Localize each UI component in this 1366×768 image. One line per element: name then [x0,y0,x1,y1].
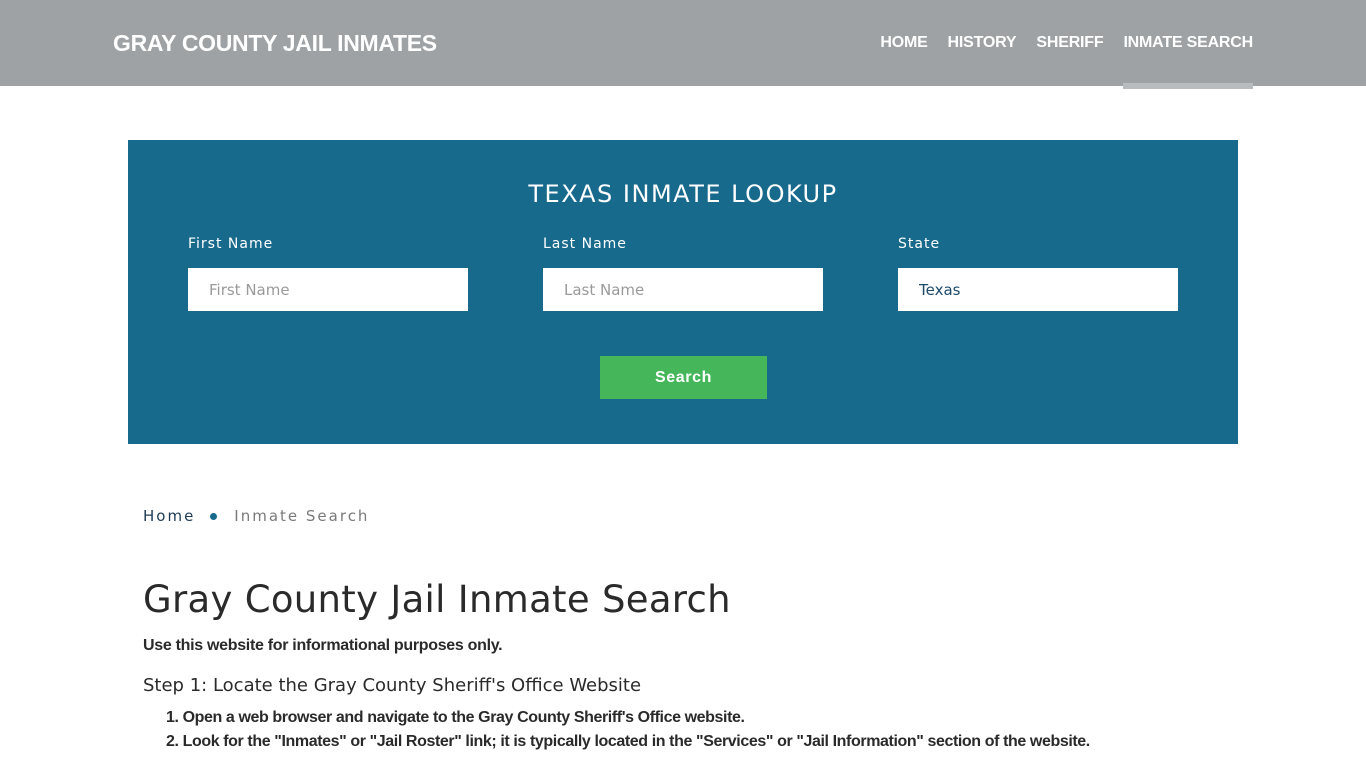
nav-history[interactable]: HISTORY [948,0,1017,86]
site-header: GRAY COUNTY JAIL INMATES HOME HISTORY SH… [0,0,1366,89]
lookup-title: TEXAS INMATE LOOKUP [528,180,838,208]
state-label: State [898,236,941,252]
main-nav: HOME HISTORY SHERIFF INMATE SEARCH [860,0,1253,89]
step1-list: 1. Open a web browser and navigate to th… [166,708,1090,756]
breadcrumb-current: Inmate Search [234,507,370,525]
last-name-input[interactable] [543,268,823,311]
breadcrumb: Home Inmate Search [143,507,369,525]
nav-sheriff[interactable]: SHERIFF [1036,0,1103,86]
last-name-label: Last Name [543,236,627,252]
step1-heading: Step 1: Locate the Gray County Sheriff's… [143,675,642,696]
first-name-input[interactable] [188,268,468,311]
step1-item: 2. Look for the "Inmates" or "Jail Roste… [166,733,1090,750]
last-name-group: Last Name [543,236,823,311]
first-name-label: First Name [188,236,274,252]
breadcrumb-home[interactable]: Home [143,507,195,525]
nav-inmate-search[interactable]: INMATE SEARCH [1123,0,1253,89]
state-group: State [898,236,1178,311]
breadcrumb-separator-dot [210,512,218,520]
page-title: Gray County Jail Inmate Search [143,578,731,621]
state-input[interactable] [898,268,1178,311]
first-name-group: First Name [188,236,468,311]
search-button[interactable]: Search [600,356,767,399]
nav-home[interactable]: HOME [880,0,927,86]
disclaimer-text: Use this website for informational purpo… [143,637,503,654]
step1-item: 1. Open a web browser and navigate to th… [166,709,745,726]
site-brand-link[interactable]: GRAY COUNTY JAIL INMATES [113,30,437,57]
